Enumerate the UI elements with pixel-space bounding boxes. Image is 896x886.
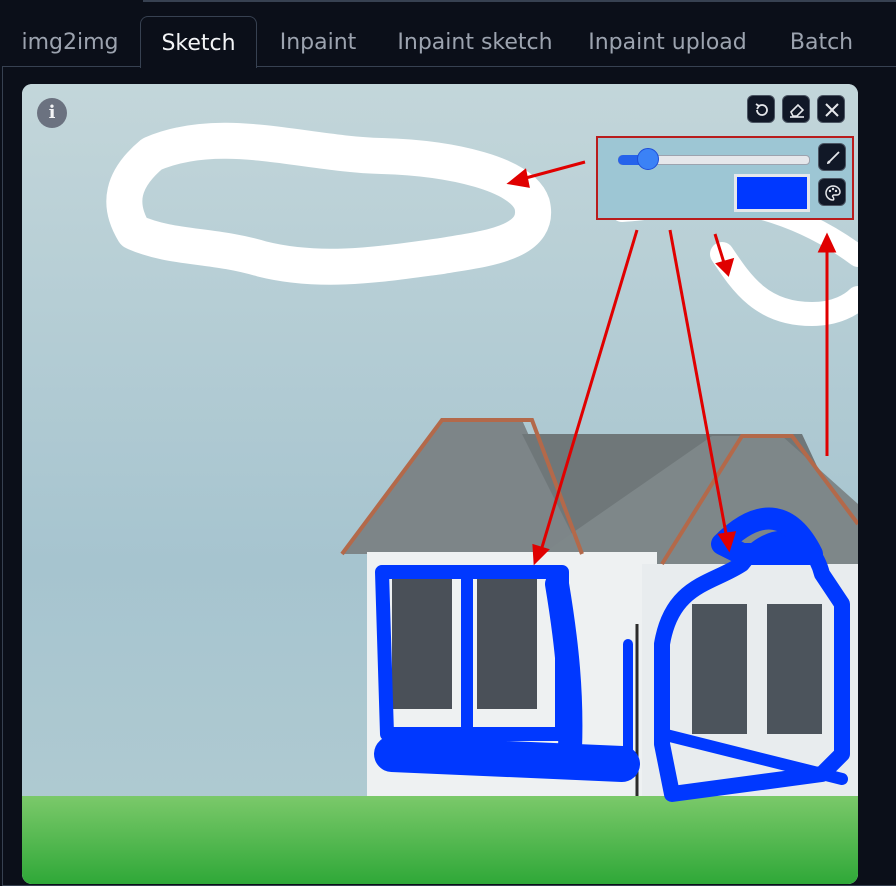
brush-button[interactable] [818, 143, 846, 171]
eraser-icon [790, 103, 805, 118]
tab-inpaint[interactable]: Inpaint [257, 16, 379, 66]
tab-sketch[interactable]: Sketch [140, 16, 257, 68]
undo-icon [755, 103, 768, 116]
palette-button[interactable] [818, 178, 846, 206]
brush-color-swatch [737, 177, 807, 209]
tab-bar: img2img Sketch Inpaint Inpaint sketch In… [0, 16, 896, 68]
tab-inpaint-upload[interactable]: Inpaint upload [571, 16, 764, 66]
close-icon [825, 103, 839, 117]
brush-size-thumb[interactable] [637, 148, 659, 170]
info-icon[interactable]: i [37, 98, 67, 128]
tab-img2img[interactable]: img2img [0, 16, 140, 66]
brush-color-picker[interactable] [734, 174, 810, 212]
undo-button[interactable] [747, 95, 775, 123]
grass [22, 796, 858, 884]
brush-controls [596, 136, 854, 220]
close-button[interactable] [817, 95, 845, 123]
palette-icon [825, 185, 841, 201]
tab-inpaint-sketch[interactable]: Inpaint sketch [379, 16, 571, 66]
tab-batch[interactable]: Batch [764, 16, 879, 66]
top-divider [143, 0, 896, 2]
eraser-button[interactable] [782, 95, 810, 123]
brush-icon [827, 151, 840, 164]
